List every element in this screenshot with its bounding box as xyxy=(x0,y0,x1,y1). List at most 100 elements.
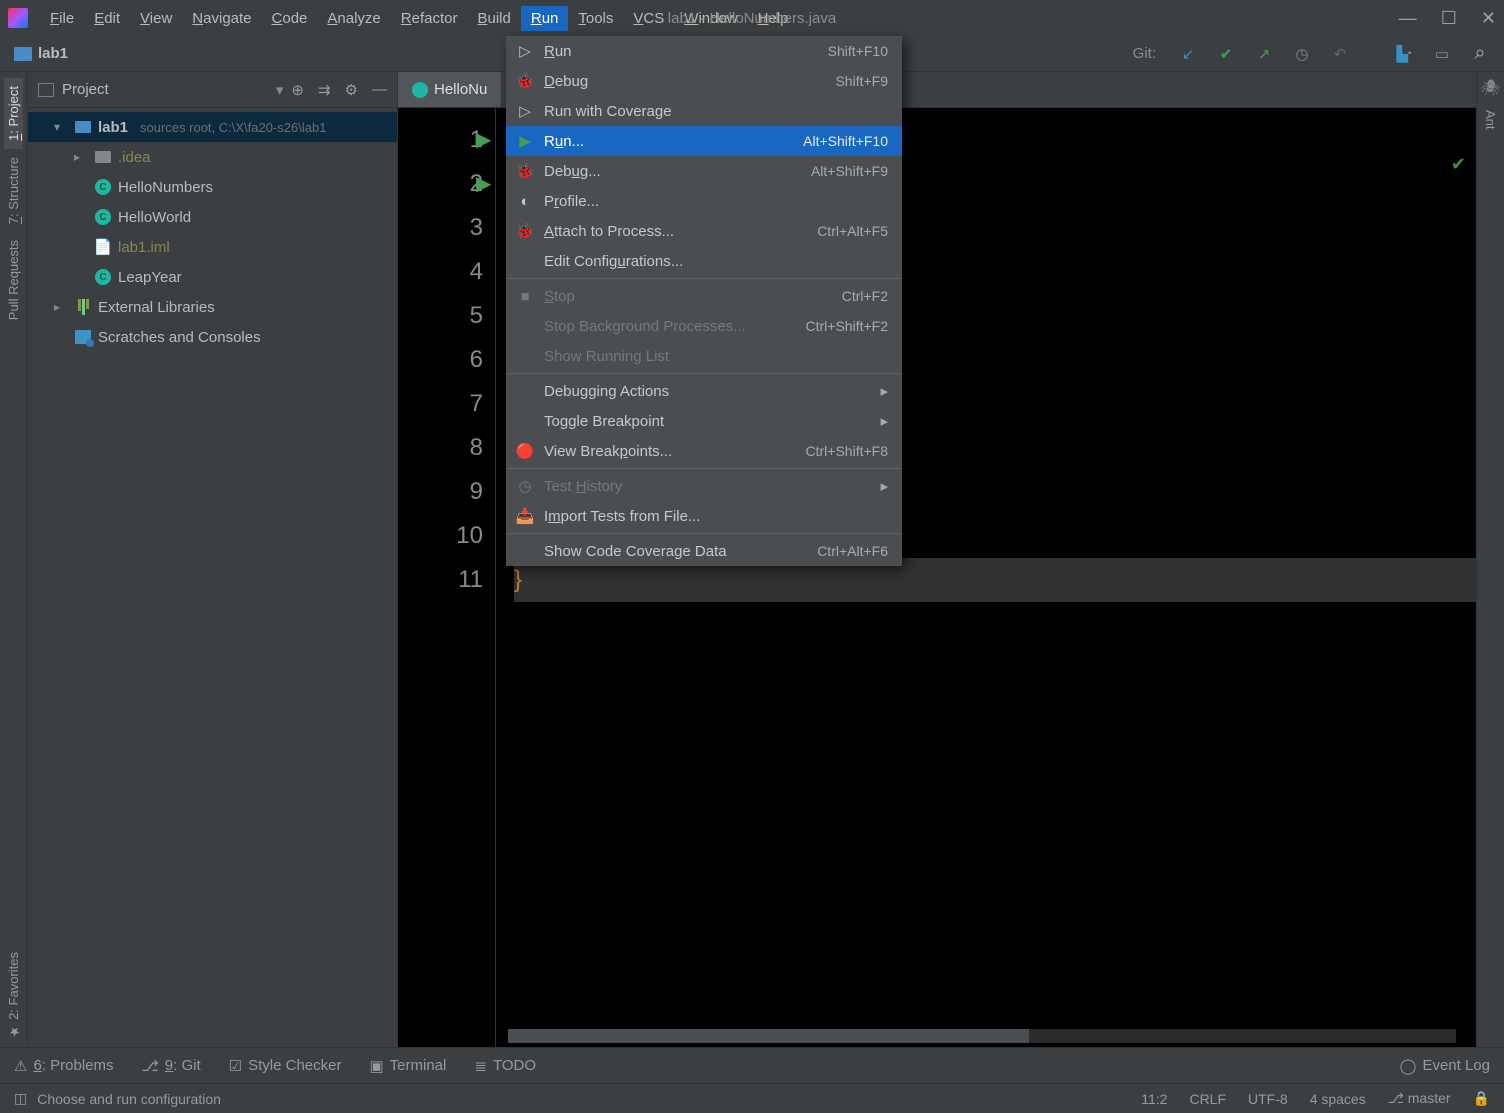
editor-tab-label: HelloNu xyxy=(434,81,487,98)
run-anything-icon[interactable]: ▭ xyxy=(1432,44,1452,64)
line-separator[interactable]: CRLF xyxy=(1189,1091,1226,1107)
indent-setting[interactable]: 4 spaces xyxy=(1310,1091,1366,1107)
tree-item-lab1-iml[interactable]: 📄lab1.iml xyxy=(28,232,397,262)
git-push-icon[interactable]: ↗ xyxy=(1254,44,1274,64)
sidebar-tab-favorites[interactable]: ★ 2: Favorites xyxy=(4,944,23,1047)
sidebar-tab-1--project[interactable]: 1: Project xyxy=(4,78,23,149)
collapse-icon[interactable]: ⇉ xyxy=(318,81,331,99)
project-structure-icon[interactable]: ▙▪ xyxy=(1394,44,1414,64)
run-menu-popup: ▷RunShift+F10🐞DebugShift+F9▷Run with Cov… xyxy=(506,36,902,566)
tool-6--problems[interactable]: ⚠6: Problems xyxy=(14,1057,114,1075)
tool-todo[interactable]: ≣TODO xyxy=(474,1057,536,1075)
tool-terminal[interactable]: ▣Terminal xyxy=(369,1057,446,1075)
tree-item--idea[interactable]: ▸.idea xyxy=(28,142,397,172)
menu-navigate[interactable]: Navigate xyxy=(182,6,261,31)
editor-h-scrollbar[interactable] xyxy=(508,1029,1456,1043)
run-menu-show-running-list: Show Running List xyxy=(506,341,902,371)
sidebar-tab-pull-requests[interactable]: Pull Requests xyxy=(4,232,23,328)
run-menu-show-code-coverage-data[interactable]: Show Code Coverage DataCtrl+Alt+F6 xyxy=(506,536,902,566)
caret-position[interactable]: 11:2 xyxy=(1141,1091,1167,1107)
inspection-ok-icon[interactable]: ✔ xyxy=(1451,154,1466,175)
window-title: lab1 - HelloNumbers.java xyxy=(668,10,836,27)
menu-build[interactable]: Build xyxy=(467,6,520,31)
left-tool-gutter: 1: Project7: StructurePull Requests ★ 2:… xyxy=(0,72,28,1047)
file-encoding[interactable]: UTF-8 xyxy=(1248,1091,1288,1107)
hide-icon[interactable]: — xyxy=(372,81,387,99)
minimize-icon[interactable]: — xyxy=(1399,8,1417,29)
editor-tab-hellonumbers[interactable]: HelloNu xyxy=(398,72,502,107)
right-tool-gutter: 🕷 Ant xyxy=(1476,72,1504,1047)
menubar: FileEditViewNavigateCodeAnalyzeRefactorB… xyxy=(0,0,1504,36)
run-menu-run[interactable]: ▷RunShift+F10 xyxy=(506,36,902,66)
git-label: Git: xyxy=(1133,45,1156,62)
search-everywhere-icon[interactable]: ⌕ xyxy=(1470,44,1490,64)
project-panel: Project ▾ ⊕ ⇉ ⚙ — ▾ lab1 sources root, C… xyxy=(28,72,398,1047)
folder-icon xyxy=(14,47,32,61)
undo-icon[interactable]: ↶ xyxy=(1330,44,1350,64)
run-menu-import-tests-from-file---[interactable]: 📥Import Tests from File... xyxy=(506,501,902,531)
class-icon xyxy=(412,82,428,98)
toolbar-right: Git: ↙ ✔ ↗ ◷ ↶ ▙▪ ▭ ⌕ xyxy=(1133,44,1490,64)
locate-icon[interactable]: ⊕ xyxy=(291,81,304,99)
gutter-run-icon[interactable]: ▶ xyxy=(476,162,491,206)
run-menu-run---[interactable]: ▶Run...Alt+Shift+F10 xyxy=(506,126,902,156)
menu-code[interactable]: Code xyxy=(262,6,318,31)
tree-external-libraries[interactable]: ▸ External Libraries xyxy=(28,292,397,322)
event-log-icon: ◯ xyxy=(1400,1057,1417,1075)
menu-analyze[interactable]: Analyze xyxy=(317,6,390,31)
status-bar: ◫ Choose and run configuration 11:2 CRLF… xyxy=(0,1083,1504,1113)
menu-refactor[interactable]: Refactor xyxy=(391,6,468,31)
run-menu-debug---[interactable]: 🐞Debug...Alt+Shift+F9 xyxy=(506,156,902,186)
settings-icon[interactable]: ⚙ xyxy=(345,81,358,99)
tree-item-leapyear[interactable]: CLeapYear xyxy=(28,262,397,292)
menu-tools[interactable]: Tools xyxy=(568,6,623,31)
git-pull-icon[interactable]: ↙ xyxy=(1178,44,1198,64)
menu-view[interactable]: View xyxy=(130,6,182,31)
menu-vcs[interactable]: VCS xyxy=(623,6,674,31)
git-commit-icon[interactable]: ✔ xyxy=(1216,44,1236,64)
close-icon[interactable]: ✕ xyxy=(1481,8,1496,29)
lock-icon[interactable]: 🔒 xyxy=(1473,1090,1490,1107)
run-menu-run-with-coverage[interactable]: ▷Run with Coverage xyxy=(506,96,902,126)
tree-item-hellonumbers[interactable]: CHelloNumbers xyxy=(28,172,397,202)
project-tree: ▾ lab1 sources root, C:\X\fa20-s26\lab1 … xyxy=(28,108,397,356)
history-icon[interactable]: ◷ xyxy=(1292,44,1312,64)
tool-style-checker[interactable]: ☑Style Checker xyxy=(229,1057,342,1075)
window-controls: — ☐ ✕ xyxy=(1399,8,1496,29)
tree-root-label: lab1 xyxy=(98,119,128,136)
event-log-button[interactable]: ◯ Event Log xyxy=(1400,1057,1490,1075)
ant-icon: 🕷 xyxy=(1480,78,1500,98)
tree-root[interactable]: ▾ lab1 sources root, C:\X\fa20-s26\lab1 xyxy=(28,112,397,142)
run-menu-debug[interactable]: 🐞DebugShift+F9 xyxy=(506,66,902,96)
tree-scratches[interactable]: Scratches and Consoles xyxy=(28,322,397,352)
run-menu-stop-background-processes---: Stop Background Processes...Ctrl+Shift+F… xyxy=(506,311,902,341)
menu-file[interactable]: File xyxy=(40,6,84,31)
run-menu-profile---[interactable]: ◐Profile... xyxy=(506,186,902,216)
sidebar-tab-7--structure[interactable]: 7: Structure xyxy=(4,149,23,232)
status-message: Choose and run configuration xyxy=(37,1091,221,1107)
tool-9--git[interactable]: ⎇9: Git xyxy=(142,1057,201,1075)
run-menu-toggle-breakpoint[interactable]: Toggle Breakpoint▸ xyxy=(506,406,902,436)
run-menu-attach-to-process---[interactable]: 🐞Attach to Process...Ctrl+Alt+F5 xyxy=(506,216,902,246)
run-menu-test-history: ◷Test History▸ xyxy=(506,471,902,501)
gutter-run-icon[interactable]: ▶ xyxy=(476,118,491,162)
run-menu-edit-configurations---[interactable]: Edit Configurations... xyxy=(506,246,902,276)
run-menu-stop: ■StopCtrl+F2 xyxy=(506,281,902,311)
menu-run[interactable]: Run xyxy=(521,6,569,31)
run-menu-view-breakpoints---[interactable]: 🔴View Breakpoints...Ctrl+Shift+F8 xyxy=(506,436,902,466)
maximize-icon[interactable]: ☐ xyxy=(1441,8,1457,29)
breadcrumb[interactable]: lab1 xyxy=(38,45,68,62)
status-tool-windows-icon[interactable]: ◫ xyxy=(14,1090,27,1107)
run-menu-debugging-actions[interactable]: Debugging Actions▸ xyxy=(506,376,902,406)
project-view-icon xyxy=(38,83,54,97)
project-panel-header: Project ▾ ⊕ ⇉ ⚙ — xyxy=(28,72,397,108)
bottom-tool-strip: ⚠6: Problems ⎇9: Git ☑Style Checker ▣Termin… xyxy=(0,1047,1504,1083)
editor-gutter: 1234567891011▶▶ xyxy=(398,108,496,1047)
git-branch[interactable]: ⎇ master xyxy=(1388,1090,1451,1107)
project-panel-title[interactable]: Project xyxy=(62,81,268,98)
tree-item-helloworld[interactable]: CHelloWorld xyxy=(28,202,397,232)
tree-root-hint: sources root, C:\X\fa20-s26\lab1 xyxy=(140,120,326,135)
app-icon xyxy=(8,8,28,28)
menu-edit[interactable]: Edit xyxy=(84,6,130,31)
sidebar-tab-ant[interactable]: Ant xyxy=(1481,102,1500,138)
